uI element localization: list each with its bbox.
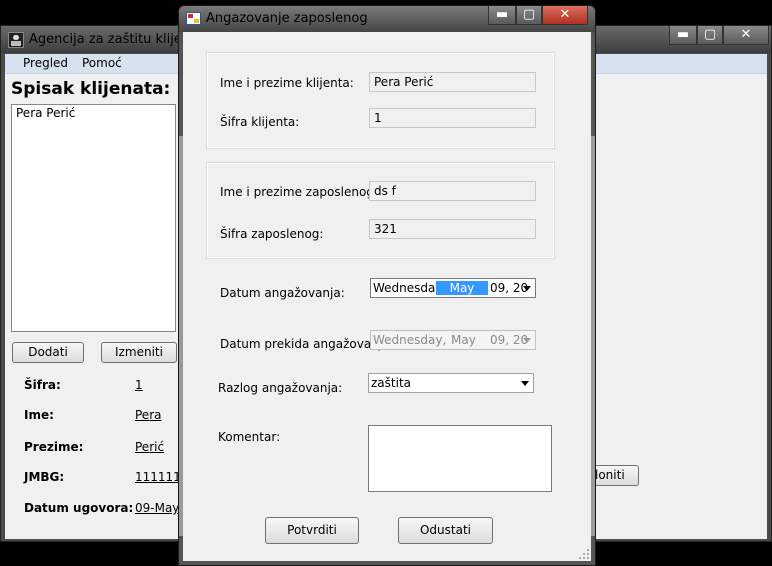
right-action-button[interactable]: loniti (593, 465, 639, 486)
detail-label-sifra: Šifra: (24, 378, 61, 392)
employee-name-field[interactable]: ds f (369, 181, 536, 201)
minimize-icon[interactable]: ▬ (669, 26, 697, 45)
client-group: Ime i prezime klijenta: Pera Perić Šifra… (206, 52, 555, 149)
close-icon[interactable]: ✕ (542, 6, 588, 25)
start-date-month[interactable]: May (436, 281, 488, 295)
chevron-down-icon (523, 338, 531, 343)
detail-value-datum-ugovora[interactable]: 09-May-1 (135, 501, 179, 515)
end-date-label: Datum prekida angažovanja: (220, 337, 394, 351)
comment-textarea[interactable] (368, 425, 552, 492)
detail-value-ime[interactable]: Pera (135, 408, 179, 422)
edit-button[interactable]: Izmeniti (101, 342, 177, 363)
detail-value-jmbg[interactable]: 1111111 (135, 470, 179, 484)
reason-label: Razlog angažovanja: (218, 381, 343, 395)
employee-id-field[interactable]: 321 (369, 219, 536, 239)
close-icon[interactable]: ✕ (723, 26, 769, 45)
client-list-heading: Spisak klijenata: (11, 79, 171, 99)
maximize-icon[interactable]: ▢ (516, 6, 542, 25)
chevron-down-icon[interactable] (523, 286, 531, 291)
reason-select[interactable]: zaštita (368, 373, 534, 393)
detail-label-prezime: Prezime: (24, 440, 84, 454)
dialog-client: Ime i prezime klijenta: Pera Perić Šifra… (183, 32, 591, 561)
detail-value-sifra[interactable]: 1 (135, 378, 179, 392)
detail-label-datum-ugovora: Datum ugovora: (24, 501, 134, 515)
maximize-icon[interactable]: ▢ (697, 26, 723, 45)
resize-grip[interactable] (579, 549, 589, 559)
minimize-icon[interactable]: ▬ (488, 6, 516, 25)
detail-value-prezime[interactable]: Perić (135, 440, 179, 454)
cancel-button[interactable]: Odustati (398, 517, 493, 544)
app-icon (8, 32, 24, 48)
menu-pomoc[interactable]: Pomoć (82, 56, 122, 70)
client-name-label: Ime i prezime klijenta: (220, 76, 354, 90)
dialog-icon (186, 12, 201, 25)
start-date-label: Datum angažovanja: (220, 286, 345, 300)
list-item[interactable]: Pera Perić (16, 106, 75, 120)
comment-label: Komentar: (218, 430, 281, 444)
end-date-picker[interactable]: Wednesday, May 09, 20 (370, 330, 536, 350)
dialog-border-right (591, 136, 595, 536)
employee-assignment-dialog: Angazovanje zaposlenog ▬ ▢ ✕ Ime i prezi… (178, 5, 596, 566)
employee-name-label: Ime i prezime zaposlenog: (220, 185, 378, 199)
client-id-label: Šifra klijenta: (220, 115, 300, 129)
employee-group: Ime i prezime zaposlenog: ds f Šifra zap… (206, 162, 555, 259)
detail-label-ime: Ime: (24, 408, 54, 422)
employee-id-label: Šifra zaposlenog: (220, 227, 324, 241)
reason-value: zaštita (371, 376, 412, 390)
end-date-month: May (451, 333, 476, 347)
chevron-down-icon[interactable] (521, 381, 529, 386)
dialog-titlebar[interactable]: Angazovanje zaposlenog ▬ ▢ ✕ (179, 6, 595, 32)
dialog-title: Angazovanje zaposlenog (206, 11, 368, 26)
detail-label-jmbg: JMBG: (24, 470, 65, 484)
start-date-picker[interactable]: Wednesday, May 09, 20 (370, 278, 536, 298)
client-name-field[interactable]: Pera Perić (369, 72, 536, 92)
end-date-weekday: Wednesday, (373, 333, 447, 347)
menu-pregled[interactable]: Pregled (23, 56, 68, 70)
client-list[interactable]: Pera Perić (11, 104, 176, 332)
confirm-button[interactable]: Potvrditi (265, 517, 359, 544)
add-button[interactable]: Dodati (12, 342, 84, 363)
client-id-field[interactable]: 1 (369, 108, 536, 128)
